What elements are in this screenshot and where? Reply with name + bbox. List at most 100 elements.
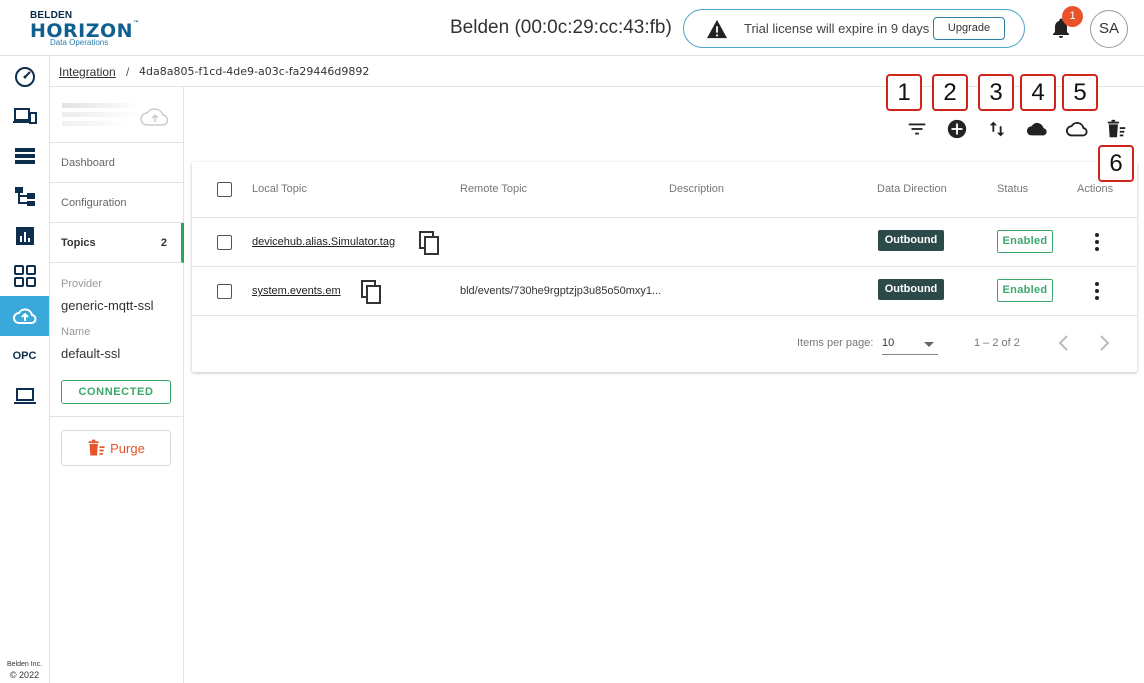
cloud-upload-icon bbox=[140, 108, 169, 126]
opc-icon: OPC bbox=[12, 350, 37, 362]
table-row: system.events.em bld/events/730he9rgptzj… bbox=[192, 267, 1137, 316]
items-per-page-value: 10 bbox=[882, 337, 895, 349]
copy-icon[interactable] bbox=[418, 231, 440, 255]
callout-2: 2 bbox=[932, 74, 968, 111]
panel-nav-topics[interactable]: Topics 2 bbox=[50, 223, 184, 263]
swap-vertical-icon bbox=[989, 121, 1005, 137]
rail-integration[interactable] bbox=[0, 296, 49, 336]
column-header-data-direction[interactable]: Data Direction bbox=[877, 183, 947, 195]
panel-nav-configuration[interactable]: Configuration bbox=[50, 183, 183, 223]
direction-badge: Outbound bbox=[878, 279, 944, 300]
cloud-filled-icon bbox=[1026, 122, 1047, 136]
panel-nav-topics-label: Topics bbox=[61, 237, 96, 249]
local-topic-link[interactable]: devicehub.alias.Simulator.tag bbox=[252, 236, 395, 248]
next-page-icon[interactable] bbox=[1094, 333, 1114, 353]
items-per-page-label: Items per page: bbox=[797, 337, 874, 349]
cloud-filled-button[interactable] bbox=[1025, 117, 1049, 141]
delete-topics-button[interactable] bbox=[1105, 117, 1129, 141]
column-header-description[interactable]: Description bbox=[669, 183, 724, 195]
laptop-icon bbox=[13, 388, 36, 404]
rail-storage[interactable] bbox=[0, 136, 49, 176]
select-all-checkbox[interactable] bbox=[217, 182, 232, 197]
warning-icon bbox=[707, 19, 727, 39]
left-nav-rail: OPC Belden Inc. © 2022 bbox=[0, 56, 50, 683]
connection-status-badge: CONNECTED bbox=[61, 380, 171, 404]
column-header-status[interactable]: Status bbox=[997, 183, 1028, 195]
column-header-remote-topic[interactable]: Remote Topic bbox=[460, 183, 527, 195]
table-header: Local Topic Remote Topic Description Dat… bbox=[192, 162, 1137, 218]
devices-icon bbox=[12, 108, 37, 124]
rail-devices[interactable] bbox=[0, 96, 49, 136]
panel-nav-dashboard[interactable]: Dashboard bbox=[50, 143, 183, 183]
callout-6: 6 bbox=[1098, 145, 1134, 182]
breadcrumb-integration-link[interactable]: Integration bbox=[59, 65, 116, 79]
rail-analytics[interactable] bbox=[0, 216, 49, 256]
apps-grid-icon bbox=[13, 265, 36, 287]
previous-page-icon[interactable] bbox=[1054, 333, 1074, 353]
callout-1: 1 bbox=[886, 74, 922, 111]
delete-sweep-icon bbox=[1107, 119, 1126, 138]
direction-badge: Outbound bbox=[878, 230, 944, 251]
purge-label: Purge bbox=[110, 440, 145, 456]
footer-year: © 2022 bbox=[9, 670, 40, 680]
column-header-local-topic[interactable]: Local Topic bbox=[252, 183, 307, 195]
analytics-icon bbox=[15, 227, 34, 245]
user-avatar[interactable]: SA bbox=[1090, 10, 1128, 48]
topics-count: 2 bbox=[160, 237, 167, 249]
filter-button[interactable] bbox=[905, 117, 929, 141]
upgrade-button[interactable]: Upgrade bbox=[933, 17, 1005, 40]
status-badge: Enabled bbox=[997, 279, 1053, 302]
callout-4: 4 bbox=[1020, 74, 1056, 111]
cloud-outline-icon bbox=[1066, 122, 1088, 137]
remote-topic: bld/events/730he9rgptzjp3u85o50mxy1... bbox=[460, 285, 662, 297]
more-vert-icon[interactable] bbox=[1092, 281, 1102, 301]
breadcrumb-separator: / bbox=[126, 65, 130, 79]
rail-apps[interactable] bbox=[0, 256, 49, 296]
top-header: BELDEN HORIZON™ Data Operations Belden (… bbox=[0, 0, 1144, 56]
more-vert-icon[interactable] bbox=[1092, 232, 1102, 252]
license-message: Trial license will expire in 9 days bbox=[744, 21, 930, 36]
name-value: default-ssl bbox=[61, 346, 121, 361]
notification-badge: 1 bbox=[1062, 6, 1083, 27]
topics-table: Local Topic Remote Topic Description Dat… bbox=[192, 162, 1137, 372]
row-checkbox[interactable] bbox=[217, 235, 232, 250]
cloud-upload-icon bbox=[12, 308, 36, 324]
add-circle-icon bbox=[947, 119, 967, 139]
integration-side-panel: Dashboard Configuration Topics 2 Provide… bbox=[50, 87, 184, 683]
callout-3: 3 bbox=[978, 74, 1014, 111]
storage-list-icon bbox=[14, 148, 35, 164]
row-checkbox[interactable] bbox=[217, 284, 232, 299]
paginator: Items per page: 10 1 – 2 of 2 bbox=[192, 317, 1137, 372]
divider bbox=[50, 416, 183, 417]
footer-company: Belden Inc. bbox=[6, 661, 43, 668]
status-badge: Enabled bbox=[997, 230, 1053, 253]
placeholder-bar bbox=[62, 103, 142, 108]
speedometer-icon bbox=[14, 67, 35, 87]
local-topic-link[interactable]: system.events.em bbox=[252, 285, 341, 297]
rail-opc[interactable]: OPC bbox=[0, 336, 49, 376]
belden-horizon-logo[interactable]: BELDEN HORIZON™ Data Operations bbox=[30, 10, 139, 48]
panel-header bbox=[50, 87, 183, 143]
items-per-page-select[interactable]: 10 bbox=[882, 331, 938, 355]
copy-icon[interactable] bbox=[360, 280, 382, 304]
purge-button[interactable]: Purge bbox=[61, 430, 171, 466]
license-banner: Trial license will expire in 9 days Upgr… bbox=[683, 9, 1025, 48]
swap-direction-button[interactable] bbox=[985, 117, 1009, 141]
column-header-actions: Actions bbox=[1077, 183, 1114, 195]
table-row: devicehub.alias.Simulator.tag Outbound E… bbox=[192, 218, 1137, 267]
rail-hierarchy[interactable] bbox=[0, 176, 49, 216]
cloud-outline-button[interactable] bbox=[1065, 117, 1089, 141]
placeholder-bar bbox=[62, 112, 142, 117]
placeholder-bar bbox=[62, 121, 132, 126]
rail-footer: Belden Inc. © 2022 bbox=[0, 659, 49, 683]
rail-laptop[interactable] bbox=[0, 376, 49, 416]
delete-sweep-icon bbox=[88, 439, 105, 456]
callout-5: 5 bbox=[1062, 74, 1098, 111]
hierarchy-icon bbox=[14, 187, 35, 206]
breadcrumb-current: 4da8a805-f1cd-4de9-a03c-fa29446d9892 bbox=[139, 65, 370, 78]
name-label: Name bbox=[61, 326, 91, 338]
add-topic-button[interactable] bbox=[945, 117, 969, 141]
rail-dashboard[interactable] bbox=[0, 56, 49, 96]
chevron-down-icon bbox=[924, 342, 934, 347]
page-range: 1 – 2 of 2 bbox=[974, 337, 1020, 349]
